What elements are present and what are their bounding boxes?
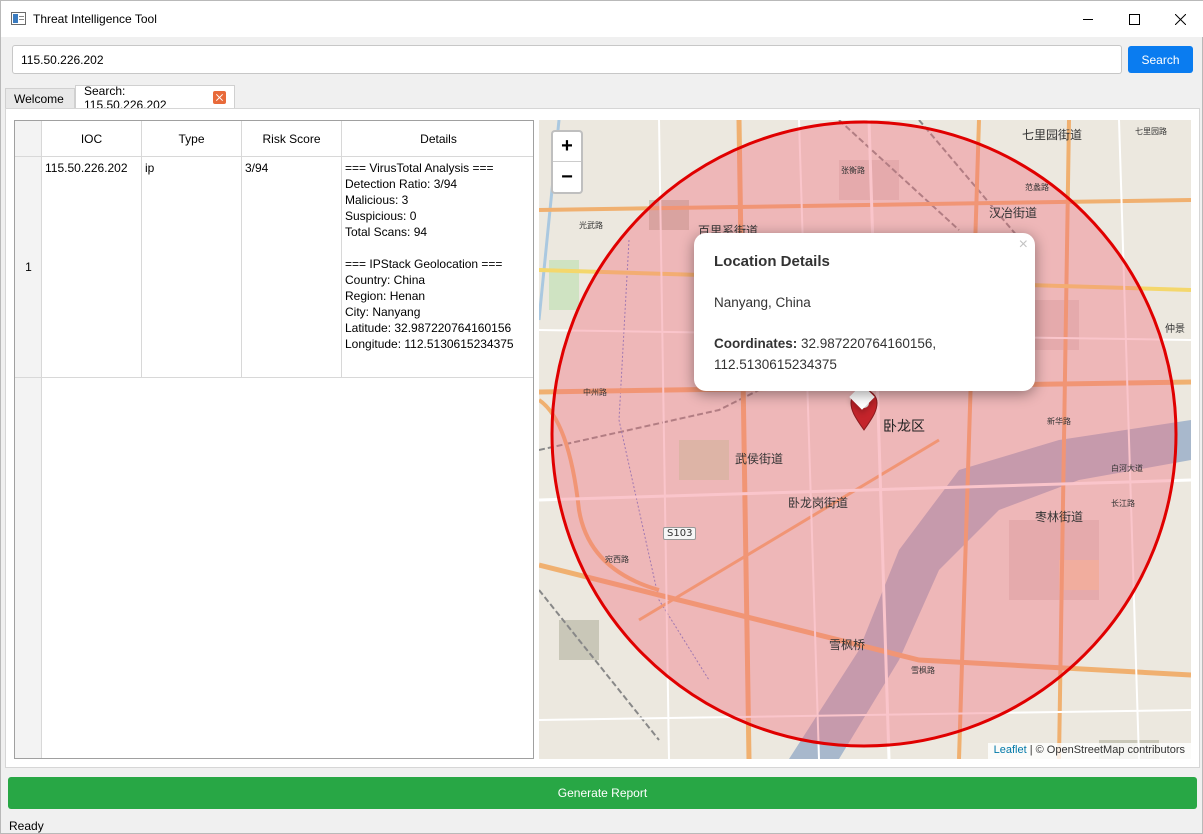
- map-label-road: 白河大道: [1111, 464, 1143, 473]
- map-label-zhongjing: 仲景: [1165, 324, 1185, 335]
- column-header-ioc[interactable]: IOC: [42, 121, 142, 157]
- map-label-road: 长江路: [1111, 499, 1135, 508]
- column-header-details[interactable]: Details: [342, 121, 533, 157]
- details-line: Region: Henan: [345, 289, 426, 303]
- results-table: IOC Type Risk Score Details 1 115.50.226…: [14, 120, 534, 759]
- details-line: === VirusTotal Analysis ===: [345, 161, 494, 175]
- window-title: Threat Intelligence Tool: [33, 12, 157, 26]
- zoom-control: + −: [551, 130, 583, 194]
- row-header[interactable]: 1: [15, 157, 42, 378]
- popup-location: Nanyang, China: [714, 295, 811, 310]
- map-label-district: 卧龙区: [883, 419, 925, 435]
- tab-search-result[interactable]: Search: 115.50.226.202: [75, 84, 235, 112]
- details-line: Latitude: 32.987220764160156: [345, 321, 512, 335]
- map-label-road: 范蠡路: [1025, 183, 1049, 192]
- map-label-qiliyuan: 七里园街道: [1022, 128, 1083, 142]
- zoom-out-button[interactable]: −: [553, 162, 581, 192]
- search-input[interactable]: [12, 45, 1122, 74]
- leaflet-link[interactable]: Leaflet: [994, 744, 1027, 756]
- column-header-risk-score[interactable]: Risk Score: [242, 121, 342, 157]
- cell-details[interactable]: === VirusTotal Analysis === Detection Ra…: [342, 157, 533, 378]
- table-corner[interactable]: [15, 121, 42, 157]
- popup-title: Location Details: [714, 253, 830, 270]
- map-label-road: 张衡路: [841, 166, 865, 175]
- coordinates-label: Coordinates:: [714, 336, 798, 351]
- map-label-s103: S103: [663, 527, 697, 540]
- cell-type[interactable]: ip: [142, 157, 242, 378]
- tab-label: Welcome: [14, 92, 64, 106]
- cell-ioc[interactable]: 115.50.226.202: [42, 157, 142, 378]
- map-label-wuhou: 武侯街道: [735, 452, 784, 466]
- map-view[interactable]: 卧龙区 武侯街道 卧龙岗街道 汉冶街道 七里园街道 枣林街道 雪枫桥 百里奚街道…: [539, 120, 1191, 759]
- map-label-wolonggang: 卧龙岗街道: [788, 496, 849, 510]
- popup-coordinates: Coordinates: 32.987220764160156, 112.513…: [714, 333, 1014, 375]
- map-tiles: [539, 120, 1191, 759]
- close-icon[interactable]: [213, 91, 226, 104]
- details-line: [345, 240, 532, 256]
- map-label-road: 宛西路: [605, 555, 629, 564]
- title-bar: Threat Intelligence Tool: [1, 1, 1203, 37]
- details-line: Total Scans: 94: [345, 225, 428, 239]
- attribution-text: | © OpenStreetMap contributors: [1026, 744, 1185, 756]
- map-label-road: 新华路: [1047, 417, 1071, 426]
- app-window: Threat Intelligence Tool Search Welcome …: [0, 0, 1203, 834]
- app-icon: [11, 12, 26, 25]
- zoom-in-button[interactable]: +: [553, 132, 581, 162]
- map-label-hanye: 汉冶街道: [989, 206, 1038, 220]
- close-button[interactable]: [1157, 1, 1203, 37]
- minimize-button[interactable]: [1065, 1, 1111, 37]
- tab-welcome[interactable]: Welcome: [5, 88, 75, 109]
- map-label-road: 雪枫路: [911, 666, 935, 675]
- status-bar-text: Ready: [9, 819, 44, 833]
- map-label-xuefengqiao: 雪枫桥: [829, 638, 866, 652]
- details-line: Malicious: 3: [345, 193, 409, 207]
- close-icon[interactable]: ×: [1019, 236, 1028, 254]
- location-popup: × Location Details Nanyang, China Coordi…: [694, 233, 1035, 391]
- tab-bar: Welcome Search: 115.50.226.202: [1, 84, 1203, 112]
- close-icon: [1174, 13, 1186, 25]
- map-label-road: 中州路: [583, 388, 607, 397]
- maximize-icon: [1128, 13, 1140, 25]
- minimize-icon: [1082, 18, 1093, 20]
- map-attribution: Leaflet | © OpenStreetMap contributors: [987, 743, 1191, 759]
- map-label-road: 光武路: [579, 221, 603, 230]
- map-label-road: 七里园路: [1135, 127, 1167, 136]
- details-line: === IPStack Geolocation ===: [345, 257, 503, 271]
- cell-risk-score[interactable]: 3/94: [242, 157, 342, 378]
- details-line: Detection Ratio: 3/94: [345, 177, 458, 191]
- map-label-zaolin: 枣林街道: [1035, 510, 1084, 524]
- generate-report-button[interactable]: Generate Report: [8, 777, 1197, 809]
- details-line: Country: China: [345, 273, 426, 287]
- maximize-button[interactable]: [1111, 1, 1157, 37]
- details-line: Suspicious: 0: [345, 209, 417, 223]
- column-header-type[interactable]: Type: [142, 121, 242, 157]
- details-line: City: Nanyang: [345, 305, 421, 319]
- search-button[interactable]: Search: [1128, 46, 1193, 73]
- details-line: Longitude: 112.5130615234375: [345, 337, 514, 351]
